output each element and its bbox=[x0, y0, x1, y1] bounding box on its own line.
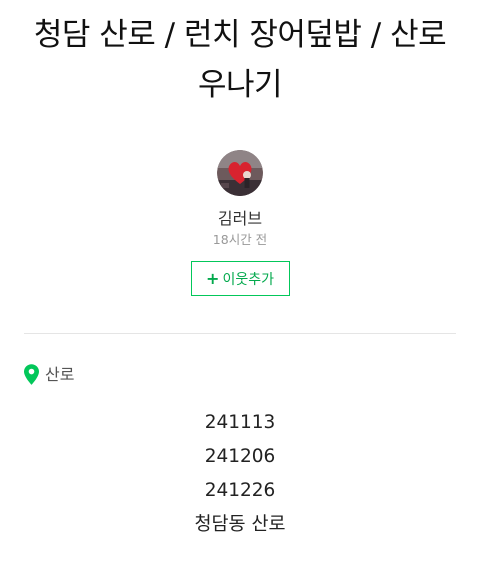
body-line: 241206 bbox=[204, 446, 276, 467]
body-line: 241226 bbox=[204, 480, 276, 501]
place-link[interactable]: 산로 bbox=[24, 364, 74, 385]
divider bbox=[24, 333, 456, 334]
author-profile: 김러브 18시간 전 + 이웃추가 bbox=[0, 150, 480, 296]
plus-icon: + bbox=[206, 268, 220, 288]
post-body: 241113 241206 241226 청담동 산로 bbox=[0, 406, 480, 542]
place-label: 산로 bbox=[45, 364, 75, 384]
add-neighbor-button[interactable]: + 이웃추가 bbox=[190, 261, 290, 296]
map-pin-icon bbox=[24, 364, 39, 385]
body-line: 청담동 산로 bbox=[194, 514, 286, 535]
body-line: 241113 bbox=[204, 412, 276, 433]
post-time: 18시간 전 bbox=[212, 232, 268, 247]
add-neighbor-label: 이웃추가 bbox=[222, 271, 274, 288]
avatar[interactable] bbox=[217, 150, 263, 196]
post-title: 청담 산로 / 런치 장어덮밥 / 산로 우나기 bbox=[33, 17, 447, 103]
author-name[interactable]: 김러브 bbox=[218, 209, 262, 229]
